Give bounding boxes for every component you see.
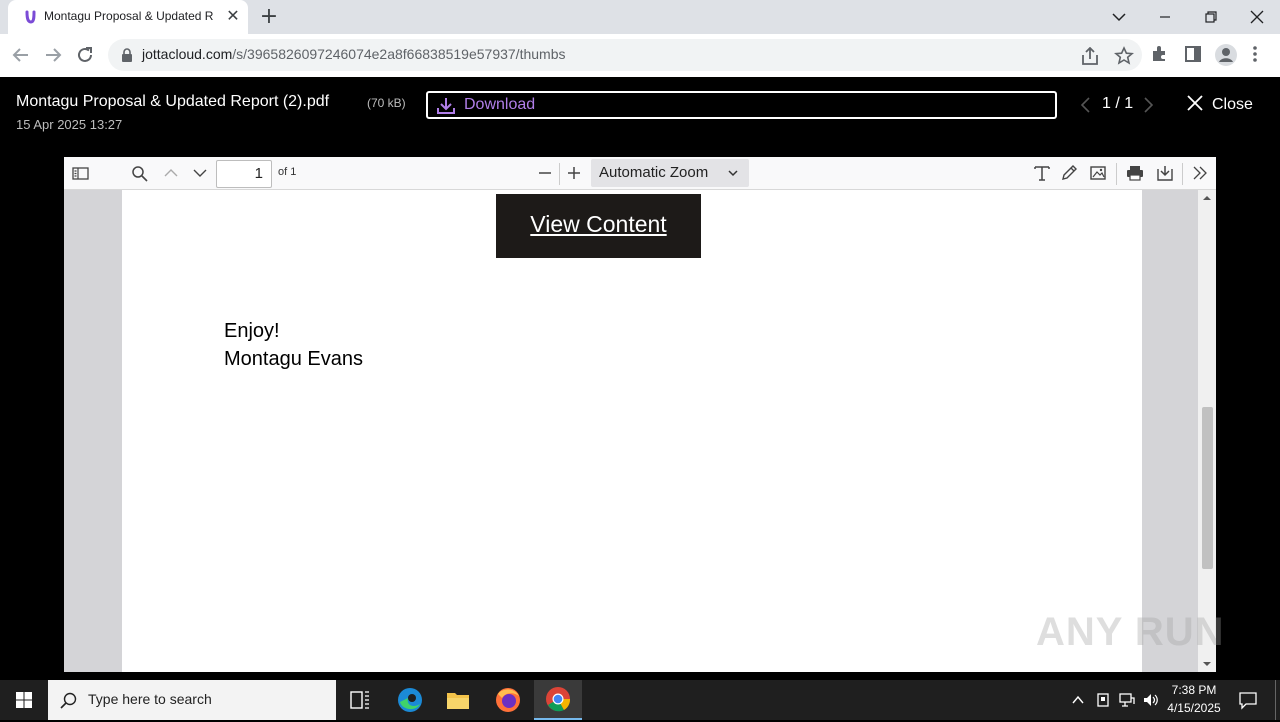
tab-title: Montagu Proposal & Updated R [44,9,214,23]
tab-strip: Montagu Proposal & Updated R ✕ + [0,0,1280,34]
share-icon[interactable] [1080,47,1104,67]
find-search-icon[interactable] [130,164,150,182]
chevron-down-icon [728,170,738,177]
side-panel-icon[interactable] [1184,45,1208,65]
file-pager: 1 / 1 [1102,95,1134,112]
pdf-toolbar: 1 of 1 Automatic Zoom [64,157,1216,190]
taskbar-search-box[interactable]: Type here to search [48,680,336,720]
pdf-viewer: 1 of 1 Automatic Zoom View Content Enjoy… [64,157,1216,672]
show-hidden-icons-chevron-icon[interactable] [1070,692,1086,708]
file-size: (70 kB) [367,96,406,110]
pdf-page: View Content Enjoy! Montagu Evans [122,190,1142,672]
url-text: jottacloud.com/s/3965826097246074e2a8f66… [142,46,566,62]
restore-button[interactable] [1188,0,1234,34]
scroll-up-arrow-icon[interactable] [1202,194,1212,202]
zoom-out-icon[interactable] [535,164,555,182]
previous-file-chevron-icon[interactable] [1078,96,1092,114]
notification-center-icon[interactable] [1238,690,1258,710]
tab-close-icon[interactable]: ✕ [224,7,242,25]
signature-text: Montagu Evans [224,348,363,370]
windows-taskbar: Type here to search [0,680,1280,720]
download-label: Download [464,96,536,113]
download-icon [437,98,455,114]
sidebar-toggle-icon[interactable] [71,164,91,182]
profile-avatar-icon[interactable] [1214,43,1238,66]
edge-browser-icon[interactable] [386,680,434,720]
lock-icon[interactable] [120,47,134,63]
scroll-thumb[interactable] [1202,407,1213,569]
browser-tab[interactable]: Montagu Proposal & Updated R ✕ [8,0,248,34]
new-tab-button[interactable]: + [256,4,282,30]
search-placeholder: Type here to search [88,691,212,707]
view-content-button[interactable]: View Content [496,194,701,258]
enjoy-text: Enjoy! [224,320,280,342]
toolbar-divider [1182,163,1183,185]
close-viewer-button[interactable]: Close [1186,94,1253,114]
show-desktop-button[interactable] [1275,680,1276,720]
draw-pen-icon[interactable] [1060,164,1080,182]
minimize-button[interactable] [1142,0,1188,34]
chrome-icon [546,687,571,712]
chrome-taskbar-button[interactable] [534,680,582,720]
vertical-scrollbar[interactable] [1198,190,1216,672]
toolbar-divider [559,163,560,185]
url-path: /s/3965826097246074e2a8f66838519e57937/t… [232,46,566,62]
add-image-icon[interactable] [1088,164,1108,182]
firefox-icon[interactable] [484,680,532,720]
file-date: 15 Apr 2025 13:27 [16,117,123,132]
page-count: of 1 [278,166,297,178]
view-content-label: View Content [530,211,667,237]
forward-arrow-icon[interactable] [38,40,68,70]
zoom-label: Automatic Zoom [599,164,709,181]
file-explorer-icon[interactable] [434,680,482,720]
network-device-icon[interactable] [1094,691,1112,709]
scroll-down-arrow-icon[interactable] [1202,660,1212,668]
chrome-menu-icon[interactable] [1252,45,1276,65]
save-download-icon[interactable] [1155,164,1175,182]
clock-time[interactable]: 7:38 PM [1166,683,1222,697]
print-icon[interactable] [1125,164,1145,182]
bookmark-star-icon[interactable] [1112,46,1136,66]
extensions-icon[interactable] [1150,45,1174,65]
jottacloud-favicon-icon [25,10,36,24]
text-tool-icon[interactable] [1032,164,1052,182]
page-number-input[interactable]: 1 [216,160,272,188]
next-file-chevron-icon[interactable] [1142,96,1156,114]
reload-icon[interactable] [70,40,100,70]
toolbar-divider [1116,163,1117,185]
volume-speaker-icon[interactable] [1142,691,1160,709]
back-arrow-icon[interactable] [6,40,36,70]
window-close-button[interactable] [1234,0,1280,34]
windows-start-icon[interactable] [0,680,48,720]
address-bar[interactable]: jottacloud.com/s/3965826097246074e2a8f66… [108,39,1142,71]
task-view-icon[interactable] [336,680,384,720]
previous-page-icon[interactable] [161,164,181,182]
zoom-select[interactable]: Automatic Zoom [591,159,749,187]
zoom-in-icon[interactable] [564,164,584,182]
close-label: Close [1212,96,1253,113]
anyrun-watermark: ANY RUN [1036,610,1225,654]
next-page-icon[interactable] [190,164,210,182]
close-x-icon [1187,95,1203,111]
download-button[interactable]: Download [426,91,1057,119]
file-title: Montagu Proposal & Updated Report (2).pd… [16,93,330,110]
tab-search-chevron-icon[interactable] [1096,0,1142,34]
ethernet-network-icon[interactable] [1118,691,1136,709]
search-icon [60,692,77,709]
tools-double-chevron-icon[interactable] [1190,164,1210,182]
clock-date[interactable]: 4/15/2025 [1162,701,1226,715]
